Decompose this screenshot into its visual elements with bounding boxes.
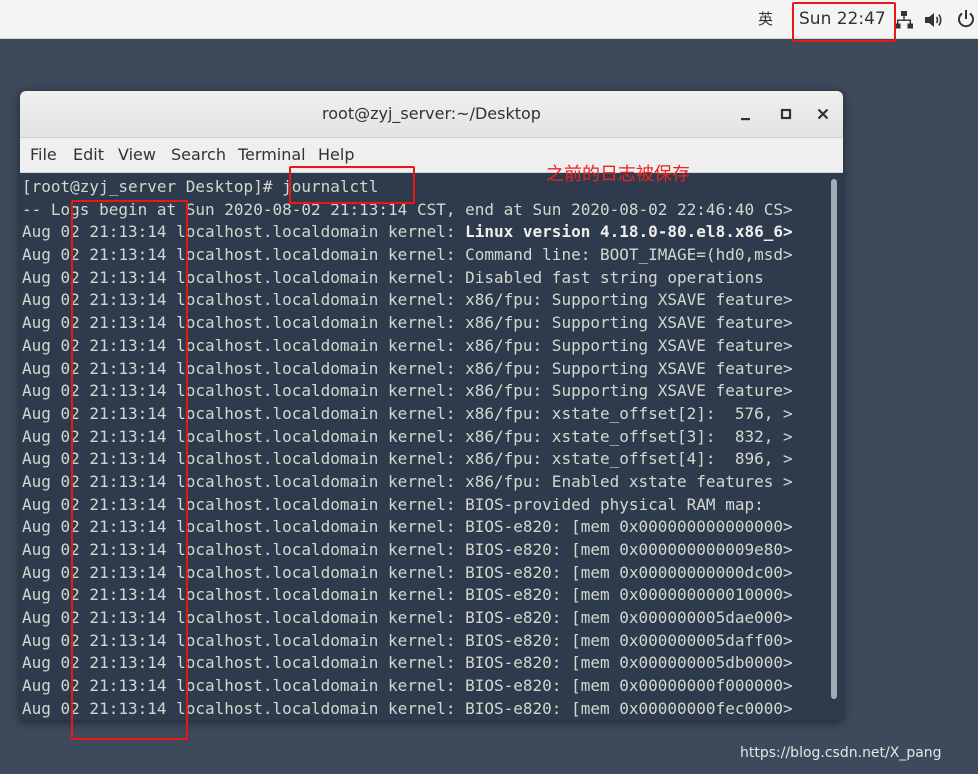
close-button[interactable] <box>813 104 833 124</box>
power-icon[interactable] <box>956 9 976 29</box>
scrollbar[interactable] <box>830 175 838 715</box>
shell-prompt: [root@zyj_server Desktop]# <box>22 177 283 196</box>
menu-file[interactable]: File <box>30 138 57 172</box>
input-method-indicator[interactable]: 英 <box>758 0 773 38</box>
annotation-text: 之前的日志被保存 <box>546 164 690 185</box>
minimize-button[interactable] <box>736 104 756 124</box>
menu-search[interactable]: Search <box>171 138 226 172</box>
annotation-box-command <box>289 166 415 204</box>
volume-icon[interactable] <box>924 11 944 29</box>
scrollbar-thumb[interactable] <box>831 179 837 699</box>
menu-bar: File Edit View Search Terminal Help <box>20 138 843 173</box>
network-icon[interactable] <box>895 11 913 29</box>
annotation-box-timestamps <box>71 200 188 740</box>
maximize-button[interactable] <box>776 104 796 124</box>
watermark: https://blog.csdn.net/X_pang <box>740 745 942 761</box>
annotation-box-clock <box>792 2 896 42</box>
menu-view[interactable]: View <box>118 138 156 172</box>
window-title: root@zyj_server:~/Desktop <box>322 104 541 123</box>
prompt-line: [root@zyj_server Desktop]# journalctl <box>22 176 828 199</box>
menu-edit[interactable]: Edit <box>73 138 104 172</box>
title-bar[interactable]: root@zyj_server:~/Desktop <box>20 91 843 138</box>
log-line-highlight: Linux version 4.18.0-80.el8.x86_6> <box>465 222 793 242</box>
